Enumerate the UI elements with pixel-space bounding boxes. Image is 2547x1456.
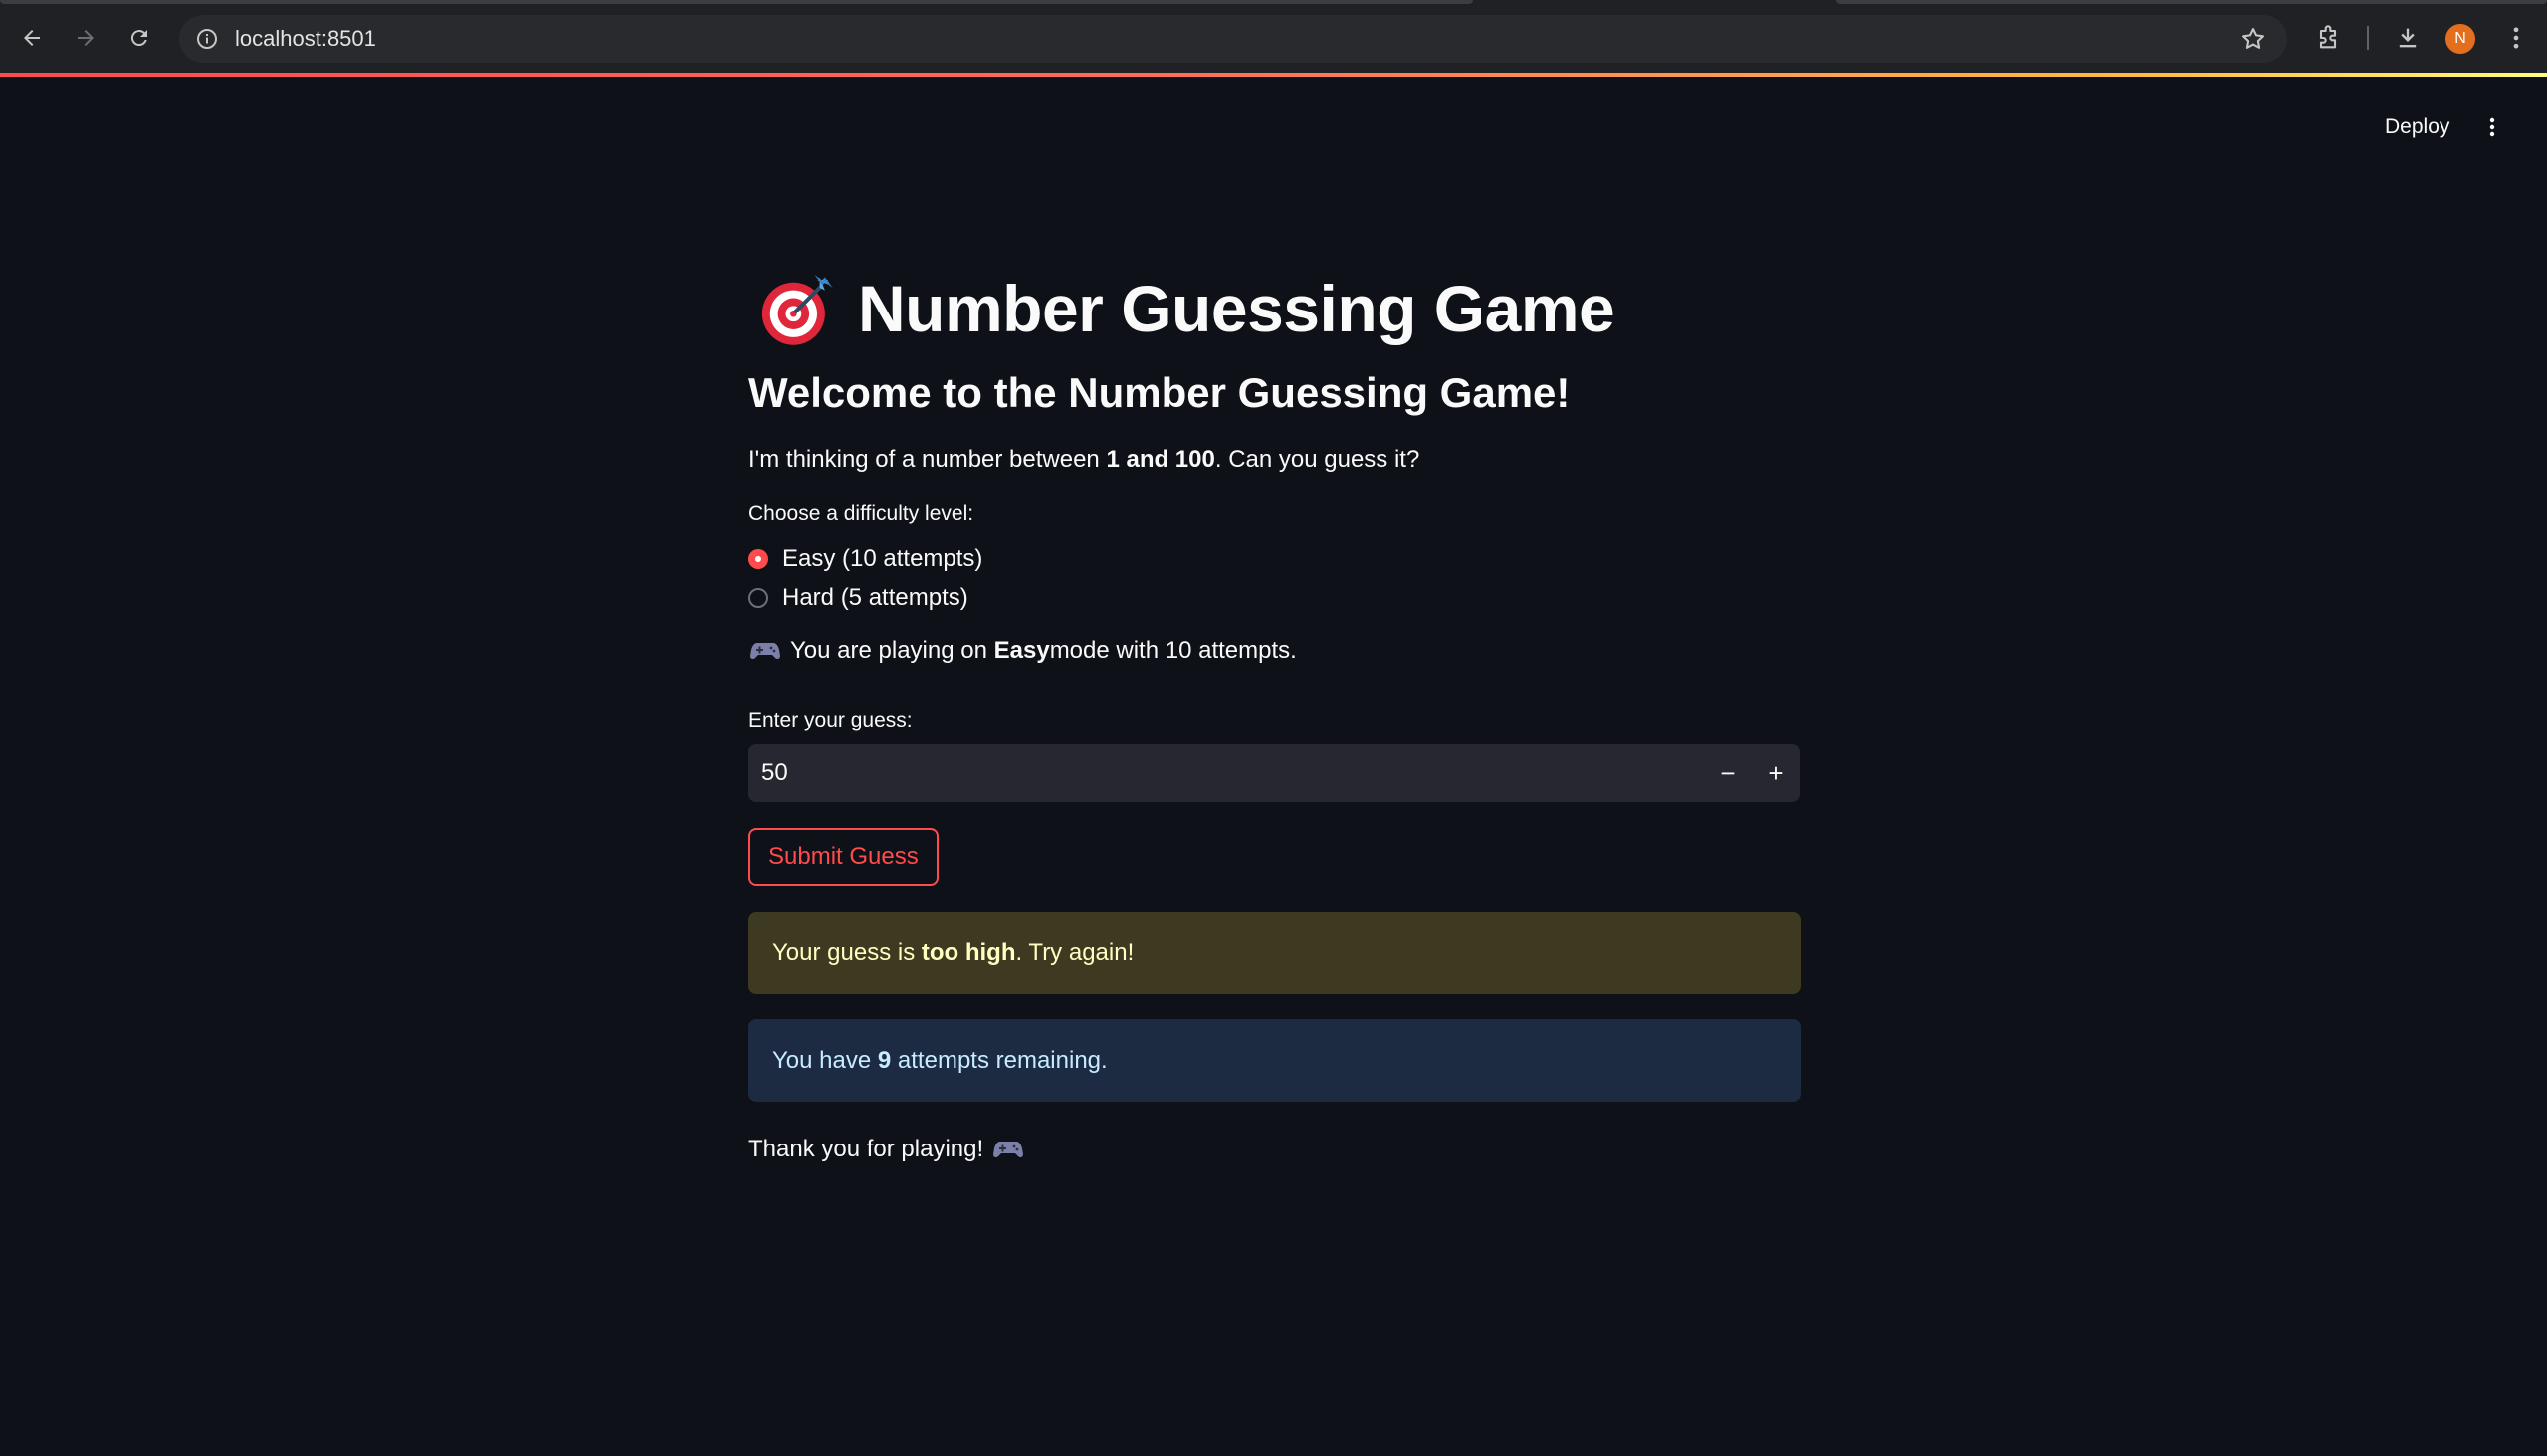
feedback-warning-alert: Your guess is too high. Try again! — [748, 912, 1801, 994]
radio-unchecked-indicator[interactable] — [748, 588, 768, 608]
radio-option-easy[interactable]: Easy (10 attempts) — [748, 541, 982, 577]
submit-guess-button[interactable]: Submit Guess — [748, 828, 939, 886]
guess-number-input[interactable]: 50 − + — [748, 744, 1800, 802]
forward-button[interactable] — [68, 20, 104, 56]
radio-checked-indicator[interactable] — [748, 549, 768, 569]
feedback-prefix: Your guess is — [772, 939, 922, 966]
attempts-info-alert: You have 9 attempts remaining. — [748, 1019, 1801, 1102]
back-button[interactable] — [14, 20, 50, 56]
app-menu-button[interactable] — [2474, 109, 2510, 145]
chrome-menu-button[interactable] — [2500, 22, 2532, 54]
radio-option-hard[interactable]: Hard (5 attempts) — [748, 580, 968, 616]
guess-value[interactable]: 50 — [761, 744, 788, 802]
browser-toolbar: localhost:8501 N — [0, 0, 2547, 75]
gamepad-icon — [750, 643, 780, 660]
attempts-count: 9 — [877, 1047, 892, 1074]
downloads-button[interactable] — [2392, 22, 2424, 54]
intro-prefix: I'm thinking of a number between — [748, 446, 1107, 473]
plus-icon: + — [1768, 757, 1784, 788]
welcome-subheading: Welcome to the Number Guessing Game! — [748, 369, 1571, 416]
site-info-icon[interactable] — [195, 27, 219, 51]
mode-status: You are playing on Easy mode with 10 att… — [748, 631, 1297, 671]
tab[interactable] — [1836, 0, 2547, 4]
chrome-menu-icon — [2513, 27, 2519, 49]
mode-prefix: You are playing on — [790, 637, 987, 664]
forward-icon — [78, 30, 94, 46]
page-title: Number Guessing Game — [748, 249, 1615, 368]
profile-avatar[interactable]: N — [2445, 24, 2475, 54]
back-icon — [24, 30, 40, 46]
mode-name: Easy — [993, 637, 1050, 664]
toolbar-divider — [2367, 26, 2369, 50]
bookmark-star-icon[interactable] — [2239, 25, 2267, 53]
intro-suffix: . Can you guess it? — [1214, 446, 1420, 473]
direct-hit-icon — [761, 274, 833, 345]
extensions-icon — [2319, 25, 2337, 49]
gamepad-icon — [993, 1142, 1024, 1158]
guess-label: Enter your guess: — [748, 709, 913, 731]
app-decoration-bar — [0, 73, 2547, 77]
title-text: Number Guessing Game — [858, 272, 1615, 345]
increment-button[interactable]: + — [1752, 749, 1800, 797]
reload-button[interactable] — [121, 20, 157, 56]
reload-icon — [130, 30, 147, 47]
tab-strip — [0, 0, 2547, 12]
address-bar[interactable]: localhost:8501 — [179, 15, 2287, 63]
decrement-button[interactable]: − — [1704, 749, 1752, 797]
intro-range: 1 and 100 — [1106, 446, 1215, 473]
footer-text: Thank you for playing! — [748, 1136, 984, 1162]
radio-label[interactable]: Easy (10 attempts) — [782, 545, 982, 573]
download-icon — [2399, 28, 2417, 48]
minus-icon: − — [1720, 757, 1736, 788]
tab[interactable] — [0, 0, 1473, 4]
attempts-suffix: attempts remaining. — [891, 1047, 1108, 1074]
difficulty-label: Choose a difficulty level: — [748, 502, 974, 524]
feedback-strong: too high — [921, 939, 1016, 966]
feedback-suffix: . Try again! — [1015, 939, 1135, 966]
radio-label[interactable]: Hard (5 attempts) — [782, 584, 968, 612]
attempts-prefix: You have — [772, 1047, 878, 1074]
extensions-button[interactable] — [2312, 22, 2344, 54]
mode-suffix: mode with 10 attempts. — [1049, 637, 1297, 664]
footer-message: Thank you for playing! — [748, 1125, 1033, 1174]
app-menu-icon — [2489, 117, 2495, 137]
url-text[interactable]: localhost:8501 — [235, 15, 376, 63]
deploy-button[interactable]: Deploy — [2371, 109, 2463, 145]
intro-text: I'm thinking of a number between 1 and 1… — [748, 440, 1419, 480]
